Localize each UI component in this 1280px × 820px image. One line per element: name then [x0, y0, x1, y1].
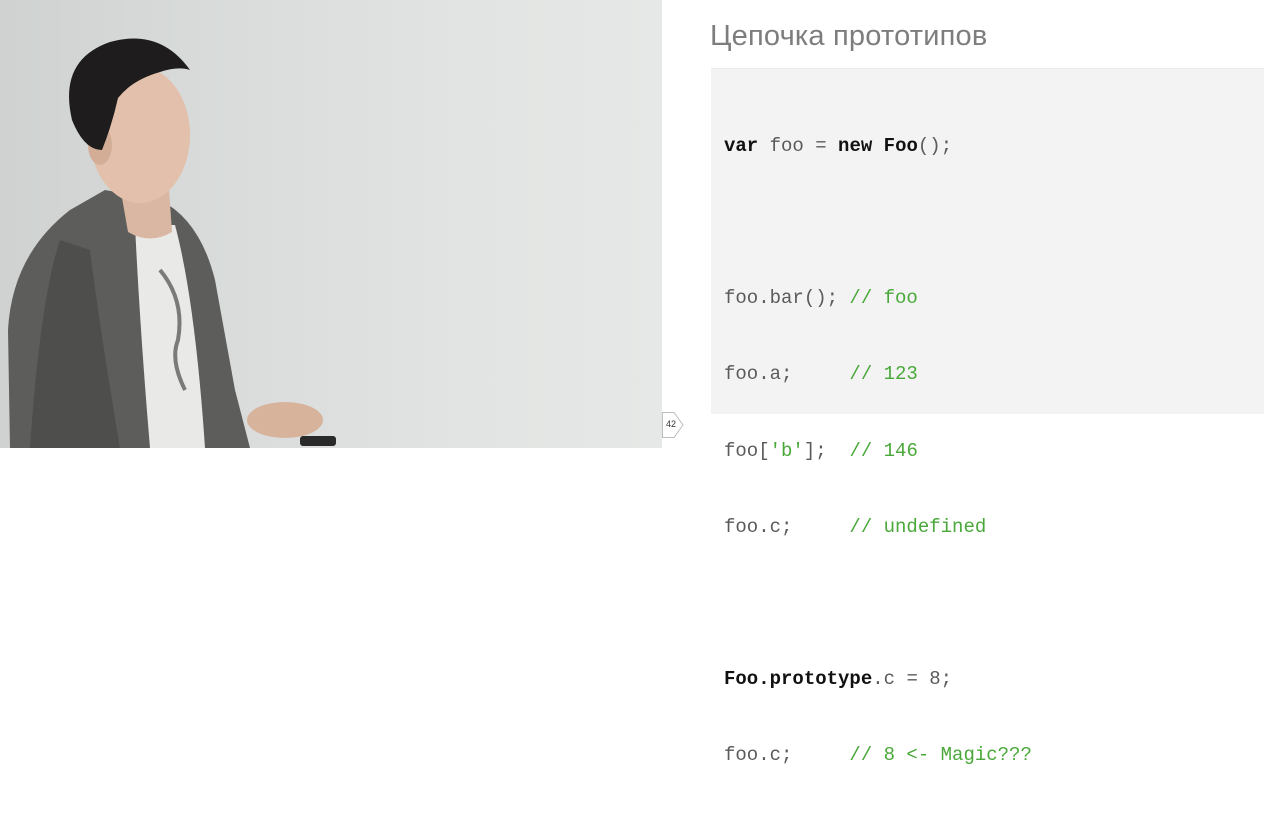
code-comment: // 123 — [849, 363, 918, 386]
code-comment: // undefined — [849, 515, 987, 538]
code-listing: var foo = new Foo(); foo.bar(); // foo f… — [724, 83, 1032, 820]
code-text: .c = 8; — [872, 668, 953, 691]
code-block: var foo = new Foo(); foo.bar(); // foo f… — [711, 68, 1264, 766]
code-comment: // foo — [849, 287, 918, 310]
code-comment: // 8 <- Magic??? — [849, 744, 1032, 767]
code-line-9: foo.c; // 8 <- Magic??? — [724, 743, 1032, 768]
code-line-5: foo['b']; // 146 — [724, 439, 1032, 464]
code-text: foo = — [758, 134, 839, 157]
keyword-prototype: Foo.prototype — [724, 668, 873, 691]
speaker-figure — [8, 38, 336, 448]
code-line-3: foo.bar(); // foo — [724, 286, 1032, 311]
code-line-6: foo.c; // undefined — [724, 515, 1032, 540]
keyword-new: new — [838, 134, 873, 157]
code-text: foo.c; — [724, 744, 850, 767]
code-comment: // 146 — [849, 439, 918, 462]
code-text: ]; — [803, 439, 850, 462]
keyword-var: var — [724, 134, 759, 157]
code-string: 'b' — [769, 439, 804, 462]
code-line-4: foo.a; // 123 — [724, 362, 1032, 387]
code-line-8: Foo.prototype.c = 8; — [724, 667, 1032, 692]
code-text: foo.a; — [724, 363, 850, 386]
keyword-foo-class: Foo — [883, 134, 918, 157]
code-text: foo.c; — [724, 515, 850, 538]
slide-title: Цепочка прототипов — [710, 20, 988, 52]
page-number: 42 — [665, 419, 676, 429]
speaker-video — [0, 0, 662, 448]
code-text: foo.bar(); — [724, 287, 850, 310]
code-text: foo[ — [724, 439, 770, 462]
slide: Цепочка прототипов var foo = new Foo(); … — [662, 0, 1280, 766]
page-number-badge: 42 — [662, 412, 684, 438]
code-line-1: var foo = new Foo(); — [724, 134, 1032, 159]
code-text: (); — [917, 134, 953, 157]
